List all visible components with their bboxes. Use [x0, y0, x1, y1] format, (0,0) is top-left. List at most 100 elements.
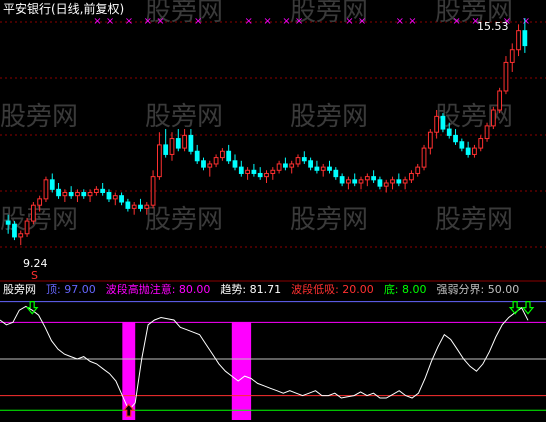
candle-body [333, 169, 339, 178]
candle-body [56, 188, 61, 197]
candle-body [30, 204, 36, 222]
candle-body [472, 147, 477, 155]
candle-body [138, 204, 143, 209]
signal-arrow [25, 301, 39, 315]
watermark-text: 股旁网 [435, 205, 513, 235]
watermark-text: 股旁网 [0, 205, 78, 235]
main-grid [0, 21, 546, 282]
candle-body [43, 179, 49, 200]
candle-body [207, 163, 213, 168]
candle-body [245, 169, 250, 174]
candle-body [465, 147, 471, 155]
candle-body [213, 157, 219, 165]
candle-body [402, 179, 408, 184]
candle-body [251, 169, 257, 174]
candle-body [119, 195, 124, 203]
candle-body [100, 188, 106, 194]
x-marker: × [263, 16, 271, 27]
candle-body [484, 125, 490, 140]
candle-body [201, 160, 206, 168]
candle-body [289, 163, 295, 168]
chart-canvas: 股旁网 股旁网 股旁网 股旁网股旁网 股旁网 股旁网 股旁网股旁网 股旁网 股旁网 × × × × × ×… [0, 0, 546, 420]
candle-body [264, 172, 269, 178]
candle-body [18, 233, 24, 238]
x-marker: × [345, 16, 353, 27]
x-marker: × [194, 16, 202, 27]
candle-body [415, 166, 421, 174]
candle-body [440, 115, 446, 130]
candle-body [68, 192, 74, 197]
candle-body [175, 138, 181, 149]
candle-body [62, 192, 68, 197]
candle-body [327, 166, 332, 171]
candle-body [377, 179, 383, 187]
signal-fill-bar [231, 322, 252, 420]
watermark-text: 股旁网 [145, 205, 223, 235]
candle-body [308, 160, 313, 168]
x-marker: × [144, 16, 152, 27]
candle-body [434, 115, 440, 133]
x-marker: × [156, 16, 164, 27]
candle-body [497, 90, 503, 111]
legend-item: 波段低吸: 20.00 [291, 282, 374, 296]
candle-body [396, 179, 402, 184]
candle-body [12, 223, 17, 238]
candle-body [276, 163, 282, 171]
candle-body [490, 109, 496, 127]
chart-title: 平安银行(日线,前复权) [3, 1, 124, 16]
candle-body [346, 179, 351, 184]
candle-body [226, 150, 232, 162]
candle-body [93, 188, 99, 194]
candle-body [238, 166, 244, 174]
candle-body [339, 176, 345, 184]
x-marker: × [106, 16, 114, 27]
watermark-text: 股旁网 [290, 102, 368, 132]
indicator-panel [0, 301, 546, 420]
indicator-legend: 股旁网 顶: 97.00 波段高抛注意: 80.00 趋势: 81.71 波段低吸: 2… [3, 282, 519, 296]
x-marker: × [125, 16, 133, 27]
candle-body [509, 49, 515, 63]
candle-body [427, 131, 433, 149]
candle-body [150, 176, 156, 206]
candle-body [81, 192, 87, 197]
x-marker: × [282, 16, 290, 27]
candle-body [283, 163, 288, 168]
candle-body [24, 220, 30, 235]
low-marker-label: S [31, 269, 38, 282]
signal-arrow [521, 301, 535, 315]
x-marker: × [396, 16, 404, 27]
legend-item: 波段高抛注意: 80.00 [106, 282, 211, 296]
candle-body [453, 134, 458, 143]
candle-body [301, 157, 307, 162]
x-marker: × [358, 16, 366, 27]
candle-body [446, 128, 452, 136]
candle-body [314, 166, 320, 171]
watermark-text: 股旁网 [290, 205, 368, 235]
legend-item: 底: 8.00 [384, 282, 427, 296]
signal-arrow [508, 301, 522, 315]
candle-body [522, 30, 528, 47]
candle-body [5, 220, 11, 225]
x-marker: × [522, 16, 530, 27]
candle-body [358, 179, 364, 184]
candle-body [516, 30, 521, 51]
candle-body [270, 169, 276, 174]
candle-body [188, 134, 194, 152]
x-marker: × [452, 16, 460, 27]
legend-item: 强弱分界: 50.00 [437, 283, 520, 296]
candle-body [194, 150, 200, 162]
candle-body [49, 179, 55, 190]
legend-item: 股旁网 [3, 282, 36, 296]
candle-body [37, 198, 43, 206]
candle-body [87, 192, 93, 197]
candle-body [131, 204, 137, 209]
candle-body [320, 166, 326, 171]
x-marker: × [295, 16, 303, 27]
legend-item: 顶: 97.00 [46, 283, 96, 296]
candle-body [295, 157, 301, 165]
candle-body [352, 179, 358, 184]
candle-body [112, 195, 118, 200]
candle-body [125, 201, 131, 209]
high-price-label: 15.53 [477, 20, 509, 33]
candle-body [144, 204, 150, 209]
